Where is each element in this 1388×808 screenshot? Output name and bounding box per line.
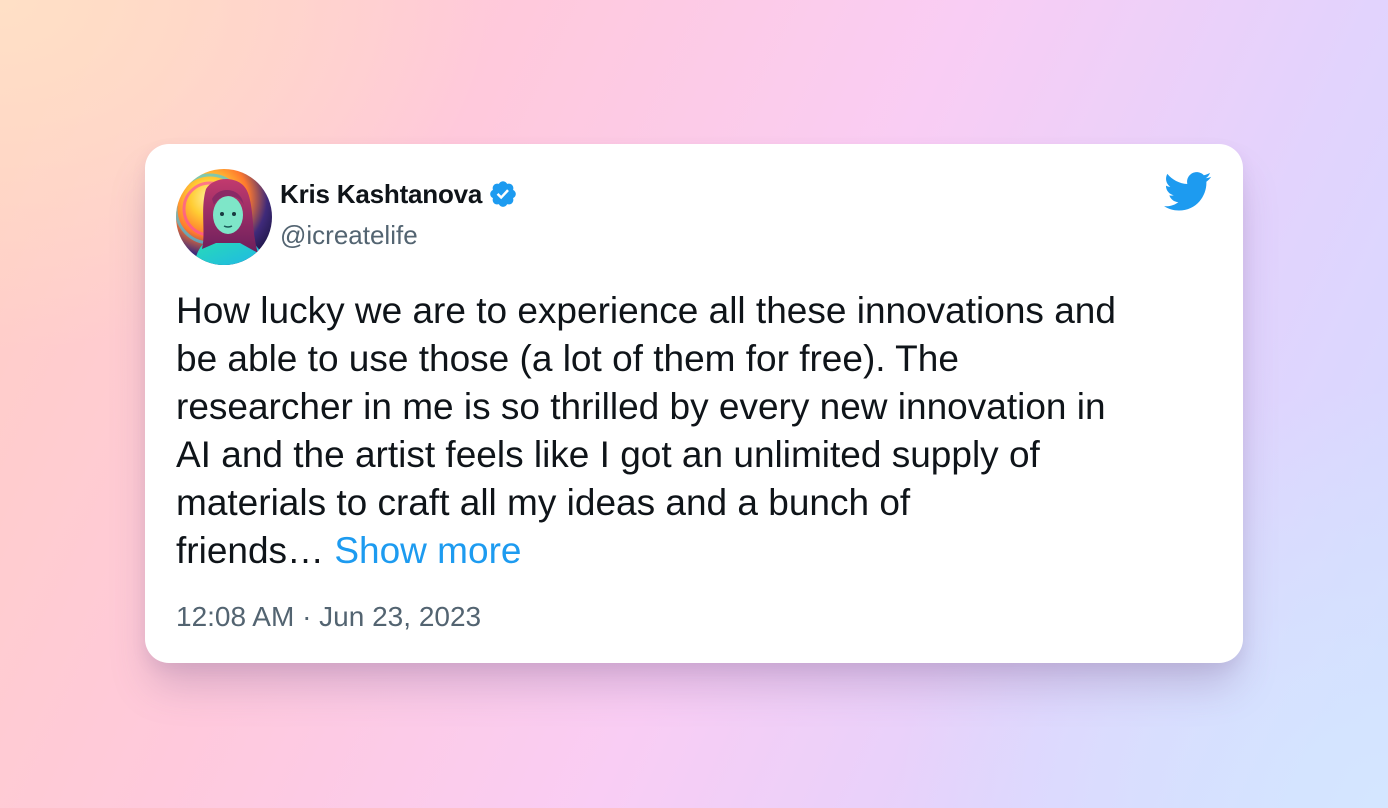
- author-handle[interactable]: @icreatelife: [280, 220, 418, 251]
- verified-badge-icon: [490, 181, 516, 207]
- tweet-text-line: AI and the artist feels like I got an un…: [176, 434, 1040, 475]
- author-name-row: Kris Kashtanova: [280, 176, 518, 212]
- tweet-text-line: materials to craft all my ideas and a bu…: [176, 482, 911, 523]
- tweet-text-line: researcher in me is so thrilled by every…: [176, 386, 1106, 427]
- twitter-bird-icon[interactable]: [1164, 172, 1212, 212]
- tweet-timestamp[interactable]: 12:08 AM · Jun 23, 2023: [176, 601, 481, 633]
- tweet-card: Kris Kashtanova @icreatelife How lucky w…: [145, 144, 1243, 663]
- avatar-image: [176, 169, 272, 265]
- author-name[interactable]: Kris Kashtanova: [280, 179, 482, 210]
- tweet-text-line: be able to use those (a lot of them for …: [176, 338, 959, 379]
- tweet-text-last-line: friends… Show more: [176, 527, 1216, 575]
- tweet-text-line: How lucky we are to experience all these…: [176, 290, 1116, 331]
- show-more-link[interactable]: Show more: [334, 530, 521, 571]
- tweet-text-truncated: friends…: [176, 530, 325, 571]
- tweet-text: How lucky we are to experience all these…: [176, 287, 1216, 575]
- avatar[interactable]: [176, 169, 272, 265]
